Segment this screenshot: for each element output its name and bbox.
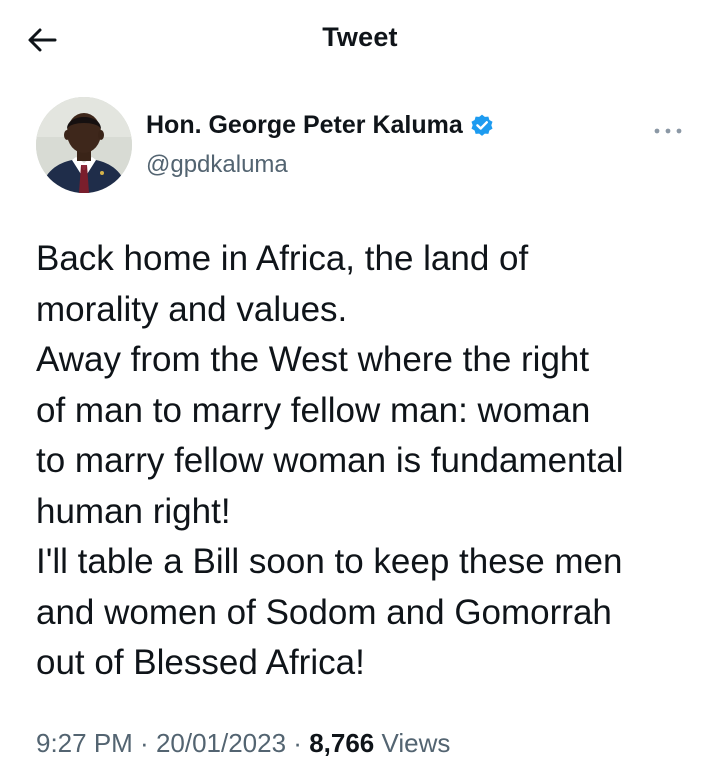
tweet-text-line: human right!	[36, 491, 231, 531]
more-horizontal-icon	[654, 128, 682, 134]
name-row: Hon. George Peter Kaluma	[146, 111, 495, 140]
views-count[interactable]: 8,766	[309, 728, 374, 758]
more-options-button[interactable]	[650, 121, 686, 141]
page-title: Tweet	[322, 22, 398, 52]
display-name[interactable]: Hon. George Peter Kaluma	[146, 111, 463, 140]
meta-separator: ·	[132, 728, 156, 758]
top-bar: Tweet	[0, 0, 720, 80]
meta-separator: ·	[286, 728, 310, 758]
views-label: Views	[374, 728, 451, 758]
tweet-metadata: 9:27 PM · 20/01/2023 · 8,766 Views	[36, 728, 450, 759]
tweet-page: Tweet Hon. George Peter Kaluma @gpdkalum…	[0, 0, 720, 763]
tweet-text: Back home in Africa, the land of moralit…	[36, 234, 706, 689]
tweet-text-line: Back home in Africa, the land of	[36, 239, 529, 278]
tweet-text-line: and women of Sodom and Gomorrah	[36, 592, 612, 632]
tweet-text-line: of man to marry fellow man: woman	[36, 390, 591, 430]
tweet-text-line: I'll table a Bill soon to keep these men	[36, 542, 623, 581]
tweet-text-line: morality and values.	[36, 289, 348, 329]
avatar[interactable]	[36, 97, 132, 193]
tweet-text-line: out of Blessed Africa!	[36, 643, 365, 682]
tweet-text-line: to marry fellow woman is fundamental	[36, 441, 624, 480]
user-handle[interactable]: @gpdkaluma	[146, 151, 288, 179]
tweet-text-line: Away from the West where the right	[36, 340, 590, 379]
tweet-date[interactable]: 20/01/2023	[156, 728, 286, 758]
tweet-time[interactable]: 9:27 PM	[36, 728, 133, 758]
tweet-author: Hon. George Peter Kaluma @gpdkaluma	[36, 97, 686, 197]
profile-photo	[36, 97, 132, 193]
verified-badge-icon	[471, 114, 493, 136]
